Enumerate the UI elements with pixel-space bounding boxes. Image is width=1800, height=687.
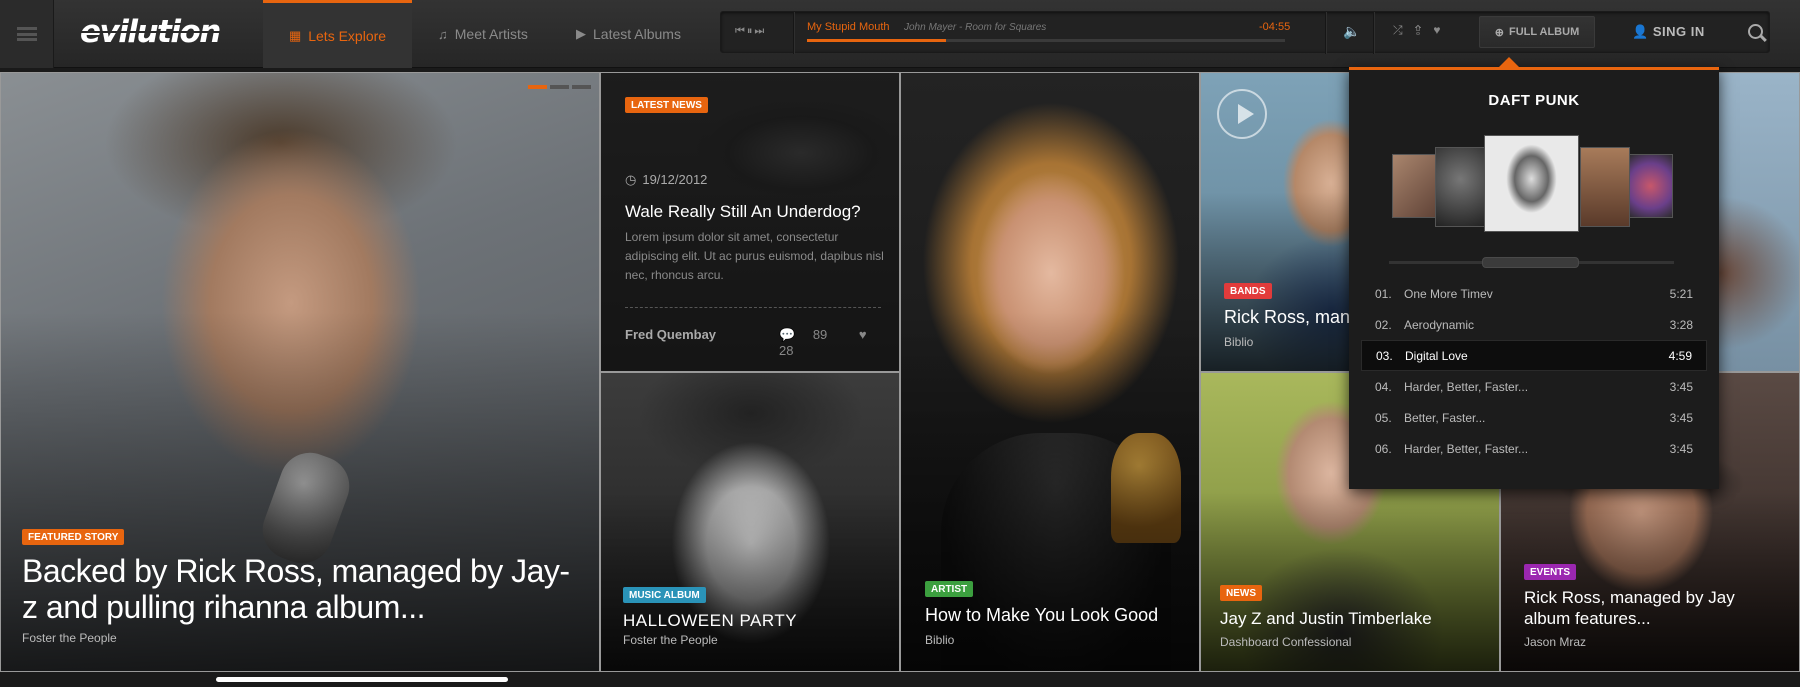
events-caption: EVENTS Rick Ross, managed by Jay album f… xyxy=(1524,562,1784,649)
cover-flow-scrollbar[interactable] xyxy=(1389,257,1674,268)
news-caption: NEWS Jay Z and Justin Timberlake Dashboa… xyxy=(1220,583,1432,649)
now-playing-artist: John Mayer - Room for Squares xyxy=(904,22,1047,33)
category-badge: EVENTS xyxy=(1524,564,1577,581)
latest-news-tile[interactable]: LATEST NEWS ◷ 19/12/2012 Wale Really Stil… xyxy=(600,72,900,372)
category-badge: BANDS xyxy=(1224,283,1272,300)
artist-source: Biblio xyxy=(925,633,955,647)
album-artist: DAFT PUNK xyxy=(1488,92,1580,109)
music-player: ⏮⏸⏭ My Stupid Mouth John Mayer - Room fo… xyxy=(720,11,1770,54)
album-cover[interactable] xyxy=(1628,154,1673,218)
category-badge: LATEST NEWS xyxy=(625,97,708,113)
news-tile-title[interactable]: Jay Z and Justin Timberlake xyxy=(1220,609,1432,629)
story-source: Foster the People xyxy=(22,631,117,645)
track-list: 01. One More Timev 5:21 02. Aerodynamic 3:28… xyxy=(1361,278,1707,464)
remaining-time: -04:55 xyxy=(1259,21,1291,33)
share-icon[interactable]: ⇪ xyxy=(1415,23,1434,37)
track-row[interactable]: 01. One More Timev 5:21 xyxy=(1361,278,1707,309)
full-album-label: FULL ALBUM xyxy=(1508,26,1580,38)
heart-icon[interactable]: ♥ xyxy=(1433,23,1452,37)
divider xyxy=(1325,12,1326,54)
now-playing-track: My Stupid Mouth xyxy=(807,21,890,33)
divider xyxy=(793,12,794,54)
divider xyxy=(1373,12,1374,54)
artist-tile[interactable]: ARTIST How to Make You Look Good Biblio xyxy=(900,72,1200,672)
track-row[interactable]: 06. Harder, Better, Faster... 3:45 xyxy=(1361,433,1707,464)
category-badge: ARTIST xyxy=(925,581,974,598)
sign-in-link[interactable]: 👤 SING IN xyxy=(1632,24,1705,40)
grid-icon: ▦ xyxy=(288,27,302,43)
music-album-tile[interactable]: MUSIC ALBUM HALLOWEEN PARTY Foster the P… xyxy=(600,372,900,672)
story-title[interactable]: Backed by Rick Ross, managed by Jay-z an… xyxy=(22,553,582,625)
nav-item-latest-albums[interactable]: ▶ Latest Albums xyxy=(576,0,681,68)
category-badge: NEWS xyxy=(1220,584,1262,601)
hamburger-icon xyxy=(16,27,37,41)
shuffle-icon[interactable]: ⤮ xyxy=(1393,23,1415,37)
album-caption: MUSIC ALBUM HALLOWEEN PARTY Foster the P… xyxy=(623,585,797,647)
progress-bar[interactable] xyxy=(807,39,1285,42)
album-cover[interactable] xyxy=(1435,147,1486,227)
news-tile-source: Dashboard Confessional xyxy=(1220,635,1352,649)
news-title[interactable]: Wale Really Still An Underdog? xyxy=(625,202,861,222)
play-icon[interactable] xyxy=(1217,89,1267,139)
full-album-button[interactable]: ⊕ FULL ALBUM xyxy=(1479,16,1595,48)
sign-in-label: SING IN xyxy=(1652,24,1705,39)
nav-item-label: Lets Explore xyxy=(308,27,387,44)
plus-circle-icon: ⊕ xyxy=(1494,26,1504,39)
track-row[interactable]: 02. Aerodynamic 3:28 xyxy=(1361,309,1707,340)
bands-caption: BANDS Rick Ross, man Biblio xyxy=(1224,281,1350,349)
nav-item-label: Meet Artists xyxy=(454,26,528,42)
featured-caption: FEATURED STORY Backed by Rick Ross, mana… xyxy=(22,527,582,645)
search-icon[interactable] xyxy=(1748,24,1763,39)
featured-story-tile[interactable]: FEATURED STORY Backed by Rick Ross, mana… xyxy=(0,72,600,672)
album-cover[interactable] xyxy=(1392,154,1436,218)
bands-source: Biblio xyxy=(1224,335,1254,349)
user-icon: 👤 xyxy=(1632,24,1649,39)
player-actions: ⤮⇪♥ xyxy=(1393,23,1453,38)
track-row-active[interactable]: 03. Digital Love 4:59 xyxy=(1361,340,1707,371)
player-controls: ⏮⏸⏭ xyxy=(735,25,766,38)
clock-icon: ◷ xyxy=(625,172,637,187)
artist-title[interactable]: How to Make You Look Good xyxy=(925,605,1158,627)
news-date: ◷ 19/12/2012 xyxy=(625,172,708,187)
album-source: Foster the People xyxy=(623,633,718,647)
slider-indicators[interactable] xyxy=(528,85,591,89)
previous-icon[interactable]: ⏮ xyxy=(735,25,747,37)
next-icon[interactable]: ⏭ xyxy=(754,25,766,37)
news-author[interactable]: Fred Quembay xyxy=(625,327,716,342)
progress-fill xyxy=(807,39,946,42)
scroll-knob[interactable] xyxy=(1482,257,1579,268)
divider xyxy=(625,307,881,308)
horizontal-scrollbar[interactable] xyxy=(216,677,508,682)
nav-item-meet-artists[interactable]: ♫ Meet Artists xyxy=(438,0,528,68)
top-navbar: evilution ▦ Lets Explore ♫ Meet Artists … xyxy=(0,0,1800,68)
album-title[interactable]: HALLOWEEN PARTY xyxy=(623,611,797,631)
news-stats: 💬 89 ♥ 28 xyxy=(779,327,899,358)
menu-toggle-button[interactable] xyxy=(0,0,54,68)
category-badge: MUSIC ALBUM xyxy=(623,586,706,603)
comment-icon: 💬 xyxy=(779,327,796,342)
album-cover-selected[interactable] xyxy=(1484,135,1579,232)
track-row[interactable]: 04. Harder, Better, Faster... 3:45 xyxy=(1361,371,1707,402)
events-title[interactable]: Rick Ross, managed by Jay album features… xyxy=(1524,588,1784,629)
brand-logo[interactable]: evilution xyxy=(80,14,221,50)
news-excerpt: Lorem ipsum dolor sit amet, consectetur … xyxy=(625,230,884,283)
nav-item-lets-explore[interactable]: ▦ Lets Explore xyxy=(263,0,412,68)
bands-title[interactable]: Rick Ross, man xyxy=(1224,307,1350,329)
track-row[interactable]: 05. Better, Faster... 3:45 xyxy=(1361,402,1707,433)
volume-icon[interactable]: 🔈 xyxy=(1343,23,1360,40)
music-note-icon: ♫ xyxy=(438,26,448,42)
heart-icon: ♥ xyxy=(858,327,867,342)
youtube-icon: ▶ xyxy=(576,26,586,41)
events-source: Jason Mraz xyxy=(1524,635,1587,649)
artist-caption: ARTIST How to Make You Look Good Biblio xyxy=(925,579,1158,647)
comments-count[interactable]: 💬 89 xyxy=(779,327,841,342)
category-badge: FEATURED STORY xyxy=(22,528,125,545)
full-album-dropdown: DAFT PUNK 01. One More Timev 5:21 02. Aerod… xyxy=(1349,57,1719,489)
album-cover[interactable] xyxy=(1580,147,1630,227)
nav-item-label: Latest Albums xyxy=(593,26,681,42)
